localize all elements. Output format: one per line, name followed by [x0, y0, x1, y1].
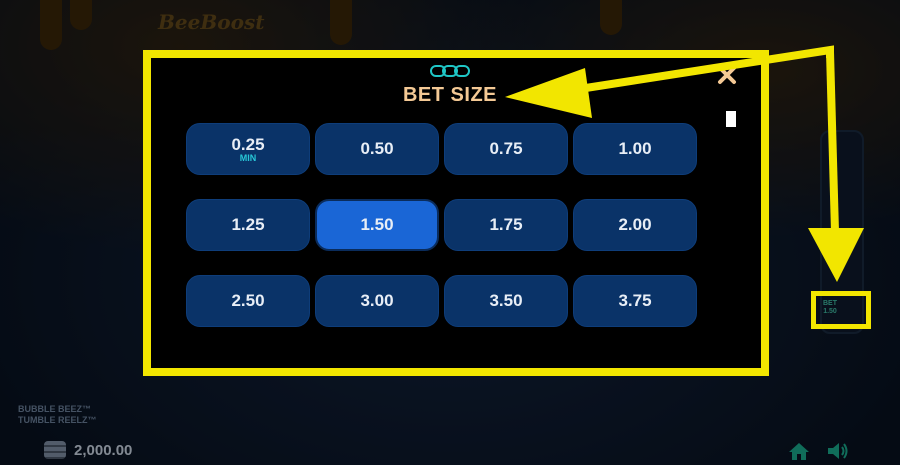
annotation-overlay [505, 45, 864, 282]
annotation-arrow-to-button [808, 51, 864, 282]
annotation-highlight-box [811, 291, 871, 329]
annotation-arrow-to-title [505, 45, 834, 118]
